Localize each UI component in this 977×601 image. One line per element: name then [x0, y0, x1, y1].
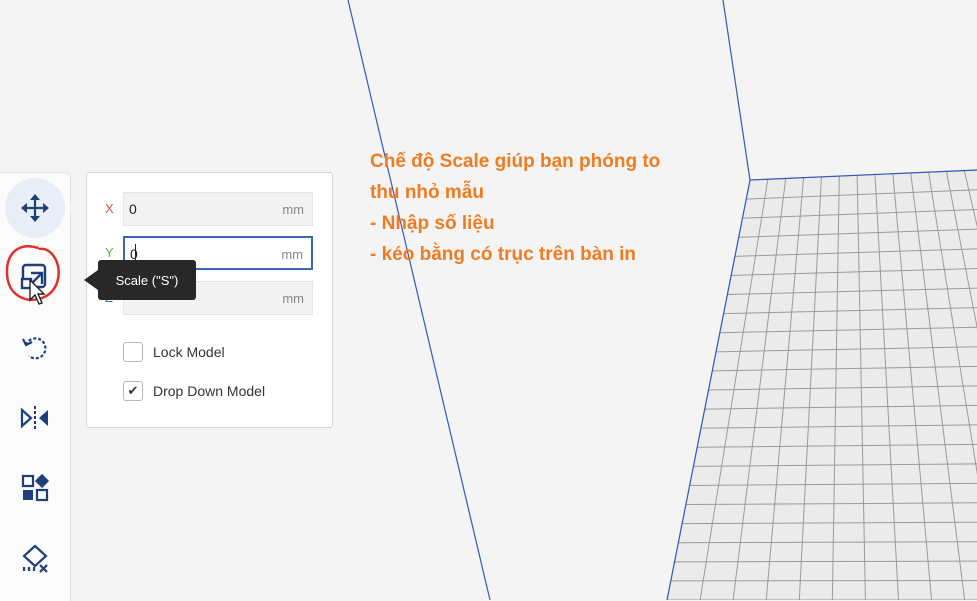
y-axis-label: Y — [105, 245, 114, 260]
move-icon — [20, 193, 50, 223]
lock-model-checkbox[interactable] — [123, 342, 143, 362]
lock-model-option[interactable]: Lock Model — [123, 340, 225, 364]
scale-panel: X 0 mm Y 0 mm Z mm Lock Model ✔ Drop Dow… — [86, 172, 333, 428]
mouse-cursor-icon — [28, 278, 46, 306]
drop-down-model-option[interactable]: ✔ Drop Down Model — [123, 379, 265, 403]
grid-line — [671, 580, 977, 581]
z-unit: mm — [282, 291, 304, 306]
move-tool-button[interactable] — [5, 178, 65, 238]
scale-tooltip: Scale ("S") — [98, 260, 196, 300]
rotate-tool-button[interactable] — [5, 318, 65, 378]
y-unit: mm — [281, 247, 303, 262]
lock-model-label: Lock Model — [153, 344, 225, 360]
x-value: 0 — [129, 201, 137, 217]
support-blocker-icon — [20, 543, 50, 573]
x-axis-label: X — [105, 201, 114, 216]
annotation-line: Chế độ Scale giúp bạn phóng to — [370, 146, 730, 177]
checkmark-icon: ✔ — [128, 384, 139, 399]
scale-x-row: X 0 mm — [101, 192, 317, 226]
annotation-line: - kéo bằng có trục trên bàn in — [370, 239, 730, 270]
per-model-settings-tool-button[interactable] — [5, 458, 65, 518]
mirror-tool-button[interactable] — [5, 388, 65, 448]
tutorial-annotation: Chế độ Scale giúp bạn phóng to thu nhỏ m… — [370, 146, 730, 270]
support-blocker-tool-button[interactable] — [5, 528, 65, 588]
mirror-icon — [19, 403, 51, 433]
rotate-icon — [20, 333, 50, 363]
scale-x-input[interactable]: 0 mm — [123, 192, 313, 226]
build-volume-edge — [348, 0, 490, 600]
drop-down-model-label: Drop Down Model — [153, 383, 265, 399]
annotation-line: thu nhỏ mẫu — [370, 177, 730, 208]
tool-sidebar — [0, 172, 71, 601]
per-model-settings-icon — [20, 473, 50, 503]
tooltip-arrow — [84, 270, 98, 290]
x-unit: mm — [282, 202, 304, 217]
annotation-line: - Nhập số liệu — [370, 208, 730, 239]
drop-down-model-checkbox[interactable]: ✔ — [123, 381, 143, 401]
